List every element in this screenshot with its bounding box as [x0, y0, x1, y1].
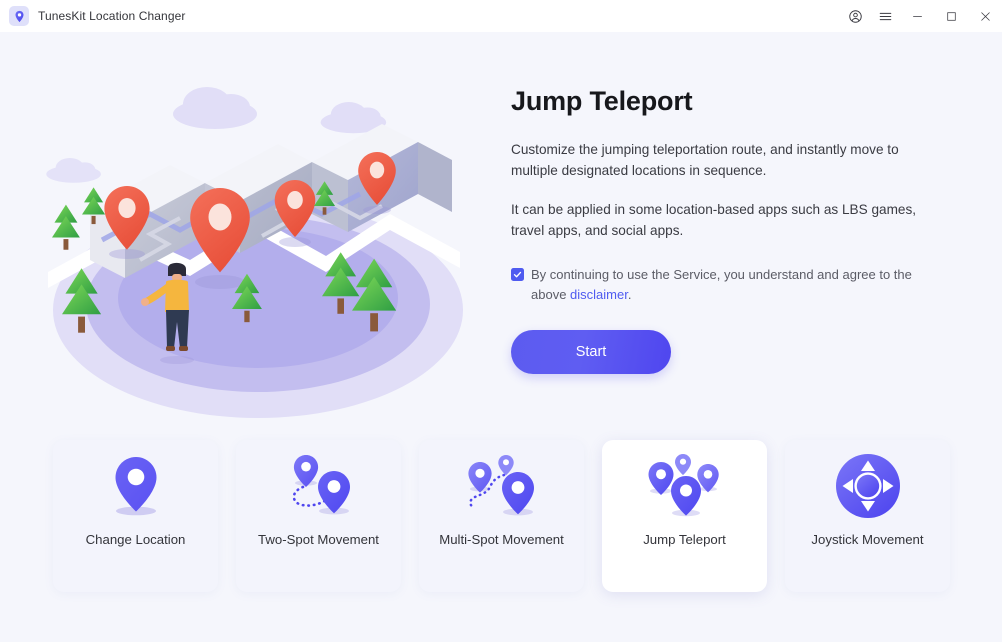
- minimize-icon[interactable]: [900, 0, 934, 32]
- mode-card-label: Multi-Spot Movement: [439, 532, 564, 547]
- mode-card-jump-teleport[interactable]: Jump Teleport: [602, 440, 767, 592]
- window-controls: [840, 0, 1002, 32]
- hamburger-menu-icon[interactable]: [870, 0, 900, 32]
- title-bar: TunesKit Location Changer: [0, 0, 1002, 32]
- single-pin-icon: [53, 440, 218, 532]
- page-title: Jump Teleport: [511, 86, 693, 116]
- consent-text: By continuing to use the Service, you un…: [531, 265, 935, 305]
- description-paragraph-1: Customize the jumping teleportation rout…: [511, 142, 899, 178]
- consent-checkbox[interactable]: [511, 268, 524, 281]
- mode-card-label: Joystick Movement: [811, 532, 924, 547]
- isometric-map-with-route-pins-illustration: [30, 60, 490, 420]
- four-pin-scatter-icon: [602, 440, 767, 532]
- mode-card-label: Jump Teleport: [643, 532, 726, 547]
- multi-pin-route-icon: [419, 440, 584, 532]
- mode-card-two-spot-movement[interactable]: Two-Spot Movement: [236, 440, 401, 592]
- start-button[interactable]: Start: [511, 330, 671, 374]
- mode-card-row: Change Location Two-Spot Movement Multi-…: [53, 440, 950, 592]
- maximize-icon[interactable]: [934, 0, 968, 32]
- joystick-dpad-icon: [785, 440, 950, 532]
- mode-card-change-location[interactable]: Change Location: [53, 440, 218, 592]
- mode-card-label: Two-Spot Movement: [258, 532, 379, 547]
- mode-card-label: Change Location: [85, 532, 186, 547]
- two-pin-route-icon: [236, 440, 401, 532]
- consent-text-after: .: [627, 287, 632, 302]
- account-circle-icon[interactable]: [840, 0, 870, 32]
- close-icon[interactable]: [968, 0, 1002, 32]
- info-panel: Jump Teleport Customize the jumping tele…: [511, 84, 941, 374]
- disclaimer-link[interactable]: disclaimer: [570, 287, 628, 302]
- main-content: Jump Teleport Customize the jumping tele…: [0, 32, 1002, 642]
- description-paragraph-2: It can be applied in some location-based…: [511, 202, 917, 238]
- app-window: TunesKit Location Changer Jump Teleport …: [0, 0, 1002, 642]
- location-pin-app-icon: [9, 6, 29, 26]
- consent-row[interactable]: By continuing to use the Service, you un…: [511, 265, 941, 305]
- mode-card-joystick-movement[interactable]: Joystick Movement: [785, 440, 950, 592]
- app-title: TunesKit Location Changer: [38, 9, 186, 23]
- mode-card-multi-spot-movement[interactable]: Multi-Spot Movement: [419, 440, 584, 592]
